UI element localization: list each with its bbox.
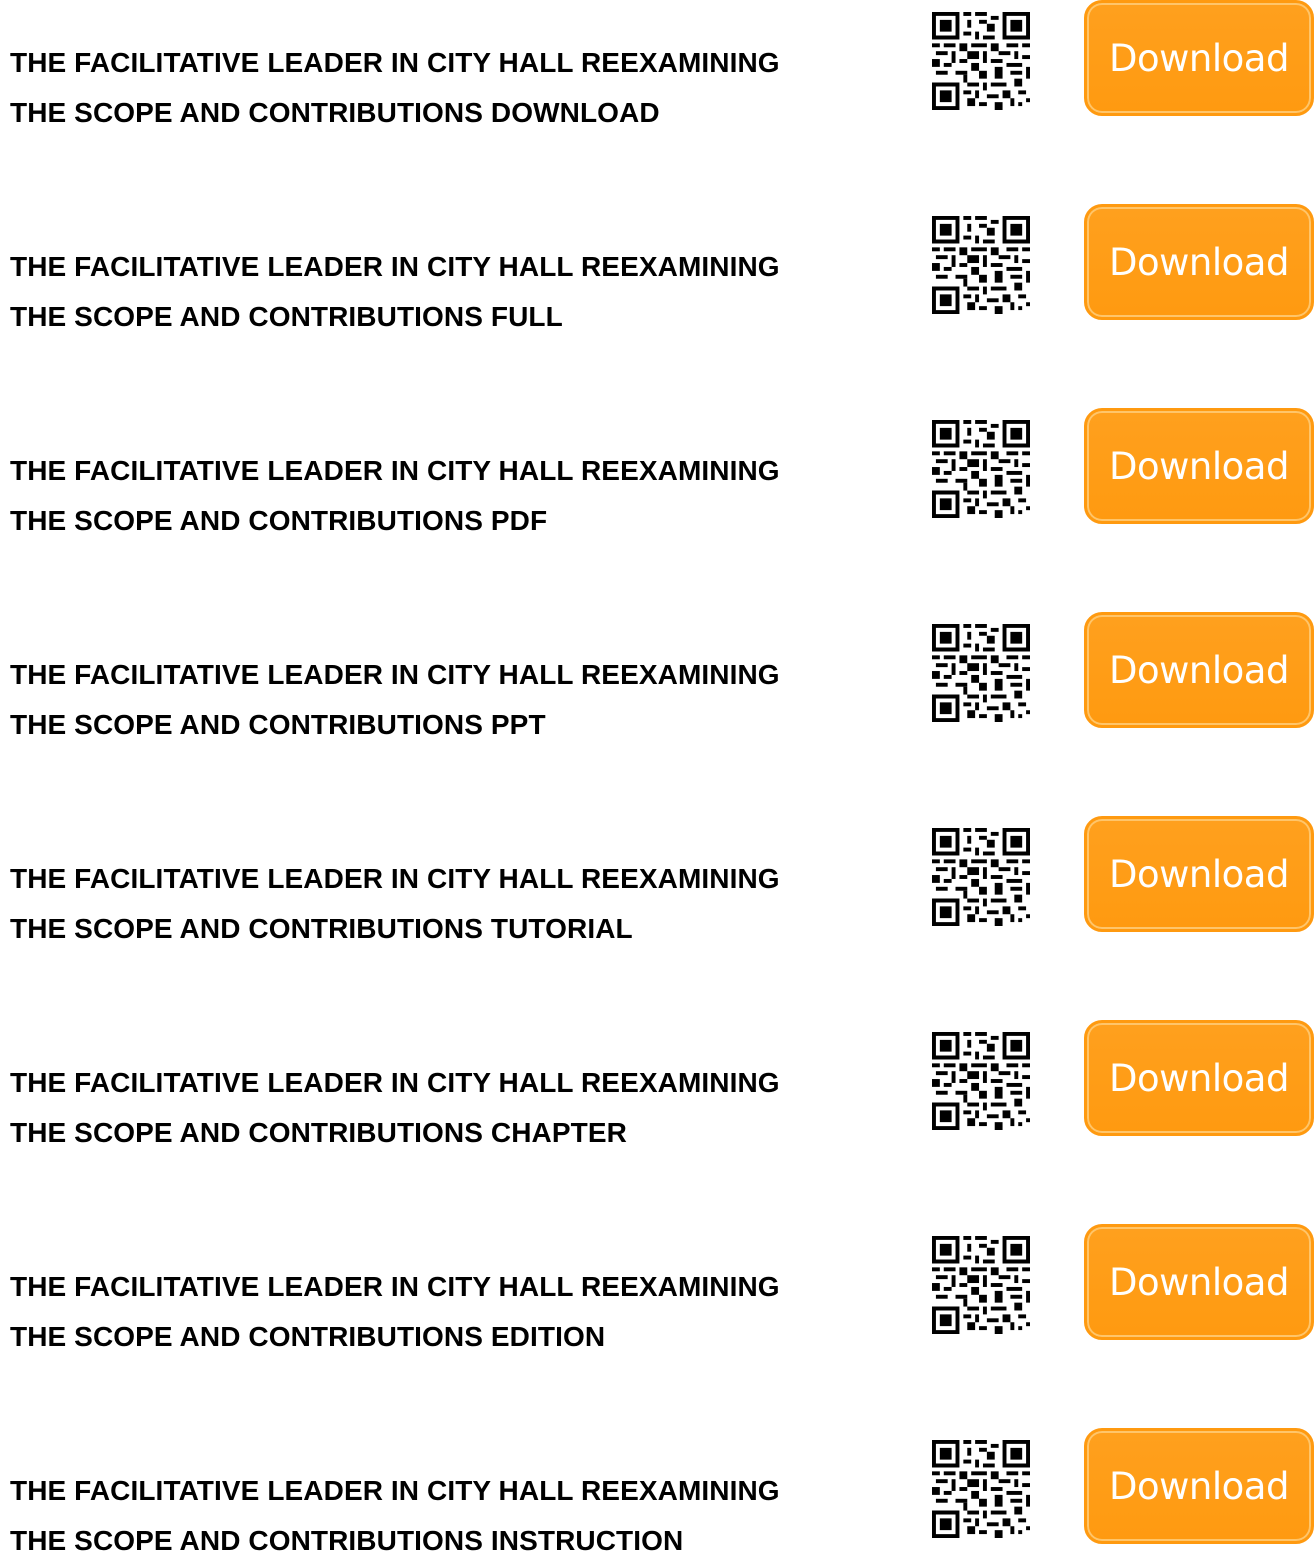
download-button-label: Download xyxy=(1109,852,1289,896)
item-title-line-1: THE FACILITATIVE LEADER IN CITY HALL REE… xyxy=(10,251,780,282)
item-title-line-2: THE SCOPE AND CONTRIBUTIONS INSTRUCTION xyxy=(10,1525,684,1556)
download-button-label: Download xyxy=(1109,648,1289,692)
download-button[interactable]: Download xyxy=(1084,612,1314,728)
item-title: THE FACILITATIVE LEADER IN CITY HALL REE… xyxy=(10,446,900,546)
item-title-line-2: THE SCOPE AND CONTRIBUTIONS FULL xyxy=(10,301,563,332)
item-title: THE FACILITATIVE LEADER IN CITY HALL REE… xyxy=(10,854,900,954)
qr-code-icon xyxy=(932,216,1030,314)
list-item: THE FACILITATIVE LEADER IN CITY HALL REE… xyxy=(0,0,1316,130)
list-item: THE FACILITATIVE LEADER IN CITY HALL REE… xyxy=(0,1020,1316,1150)
list-item: THE FACILITATIVE LEADER IN CITY HALL REE… xyxy=(0,204,1316,334)
item-title-line-1: THE FACILITATIVE LEADER IN CITY HALL REE… xyxy=(10,47,780,78)
item-title-line-2: THE SCOPE AND CONTRIBUTIONS TUTORIAL xyxy=(10,913,633,944)
download-button[interactable]: Download xyxy=(1084,204,1314,320)
item-title-line-2: THE SCOPE AND CONTRIBUTIONS PDF xyxy=(10,505,548,536)
download-button[interactable]: Download xyxy=(1084,1224,1314,1340)
list-item: THE FACILITATIVE LEADER IN CITY HALL REE… xyxy=(0,612,1316,742)
qr-code-icon xyxy=(932,1236,1030,1334)
download-button-label: Download xyxy=(1109,444,1289,488)
item-title-line-2: THE SCOPE AND CONTRIBUTIONS DOWNLOAD xyxy=(10,97,660,128)
item-title: THE FACILITATIVE LEADER IN CITY HALL REE… xyxy=(10,1466,900,1566)
item-title-line-2: THE SCOPE AND CONTRIBUTIONS EDITION xyxy=(10,1321,606,1352)
download-button-label: Download xyxy=(1109,36,1289,80)
qr-code-icon xyxy=(932,420,1030,518)
qr-code-icon xyxy=(932,1032,1030,1130)
download-button[interactable]: Download xyxy=(1084,408,1314,524)
download-button-label: Download xyxy=(1109,1464,1289,1508)
item-title-line-1: THE FACILITATIVE LEADER IN CITY HALL REE… xyxy=(10,1271,780,1302)
qr-code-icon xyxy=(932,828,1030,926)
qr-code-icon xyxy=(932,12,1030,110)
list-item: THE FACILITATIVE LEADER IN CITY HALL REE… xyxy=(0,1224,1316,1354)
item-title: THE FACILITATIVE LEADER IN CITY HALL REE… xyxy=(10,1262,900,1362)
item-title-line-1: THE FACILITATIVE LEADER IN CITY HALL REE… xyxy=(10,455,780,486)
item-title: THE FACILITATIVE LEADER IN CITY HALL REE… xyxy=(10,38,900,138)
item-title: THE FACILITATIVE LEADER IN CITY HALL REE… xyxy=(10,1058,900,1158)
list-item: THE FACILITATIVE LEADER IN CITY HALL REE… xyxy=(0,408,1316,538)
item-title-line-1: THE FACILITATIVE LEADER IN CITY HALL REE… xyxy=(10,659,780,690)
item-title-line-1: THE FACILITATIVE LEADER IN CITY HALL REE… xyxy=(10,1067,780,1098)
list-item: THE FACILITATIVE LEADER IN CITY HALL REE… xyxy=(0,816,1316,946)
qr-code-icon xyxy=(932,1440,1030,1538)
item-title-line-2: THE SCOPE AND CONTRIBUTIONS CHAPTER xyxy=(10,1117,627,1148)
item-title-line-1: THE FACILITATIVE LEADER IN CITY HALL REE… xyxy=(10,1475,780,1506)
item-title-line-1: THE FACILITATIVE LEADER IN CITY HALL REE… xyxy=(10,863,780,894)
download-button-label: Download xyxy=(1109,240,1289,284)
qr-code-icon xyxy=(932,624,1030,722)
download-button-label: Download xyxy=(1109,1056,1289,1100)
download-button[interactable]: Download xyxy=(1084,816,1314,932)
download-button[interactable]: Download xyxy=(1084,1428,1314,1544)
item-title: THE FACILITATIVE LEADER IN CITY HALL REE… xyxy=(10,650,900,750)
download-button[interactable]: Download xyxy=(1084,1020,1314,1136)
list-item: THE FACILITATIVE LEADER IN CITY HALL REE… xyxy=(0,1428,1316,1558)
download-button[interactable]: Download xyxy=(1084,0,1314,116)
item-title-line-2: THE SCOPE AND CONTRIBUTIONS PPT xyxy=(10,709,546,740)
item-title: THE FACILITATIVE LEADER IN CITY HALL REE… xyxy=(10,242,900,342)
download-button-label: Download xyxy=(1109,1260,1289,1304)
